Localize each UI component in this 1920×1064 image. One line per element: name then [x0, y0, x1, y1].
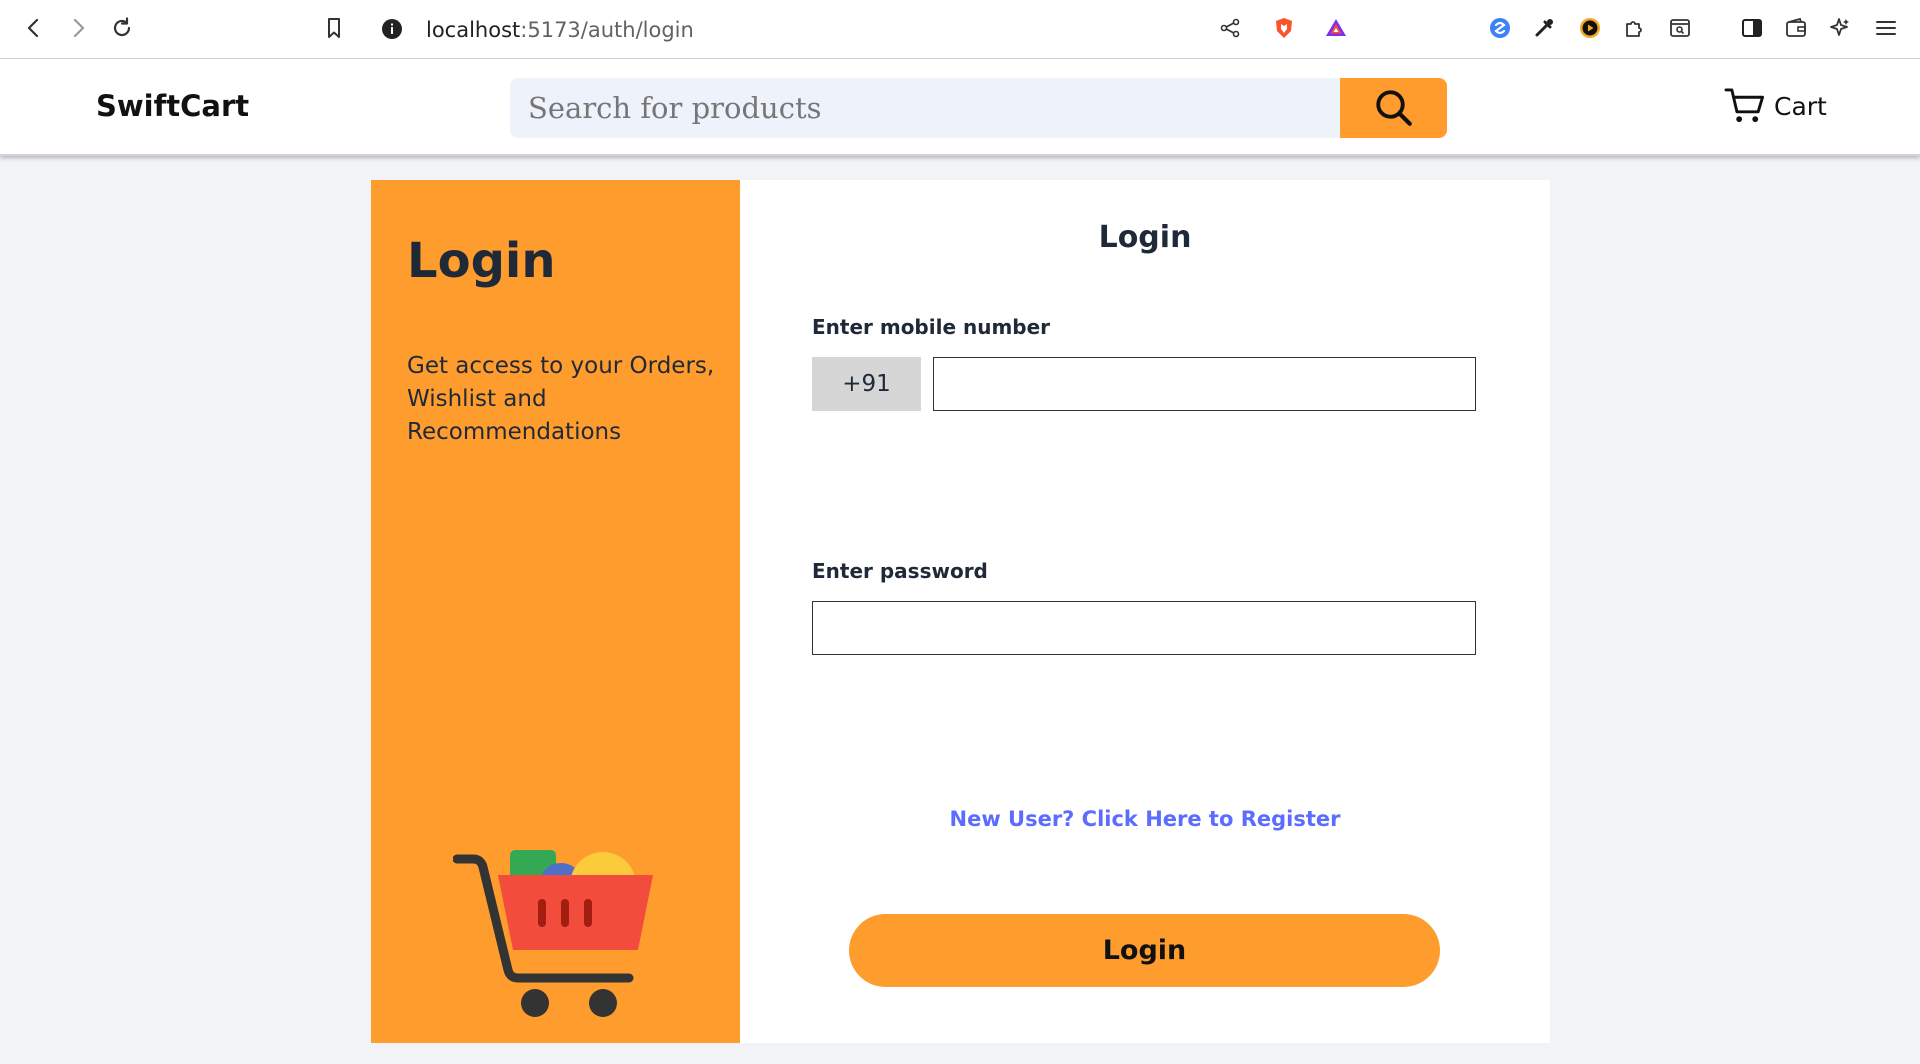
wallet-icon[interactable]	[1778, 10, 1814, 46]
side-panel-title: Login	[407, 233, 556, 289]
eyedropper-icon[interactable]	[1526, 10, 1562, 46]
search-input[interactable]	[510, 78, 1340, 138]
url-host: localhost	[426, 18, 521, 42]
brave-rewards-icon[interactable]	[1318, 10, 1354, 46]
reader-icon[interactable]	[1662, 10, 1698, 46]
url-path: :5173/auth/login	[520, 18, 694, 42]
side-panel-description: Get access to your Orders, Wishlist and …	[407, 353, 715, 445]
extension-icon[interactable]	[1482, 10, 1518, 46]
reload-icon[interactable]	[104, 10, 140, 46]
sidebar-icon[interactable]	[1734, 10, 1770, 46]
login-form: Login Enter mobile number +91 Enter pass…	[740, 180, 1550, 1043]
forward-icon[interactable]	[60, 10, 96, 46]
password-input[interactable]	[812, 601, 1476, 655]
menu-icon[interactable]	[1868, 10, 1904, 46]
media-icon[interactable]	[1572, 10, 1608, 46]
country-code-prefix: +91	[812, 357, 921, 411]
brand-logo[interactable]: SwiftCart	[96, 89, 249, 123]
browser-toolbar: localhost:5173/auth/login	[0, 0, 1920, 59]
login-button[interactable]: Login	[849, 914, 1440, 987]
login-side-panel: Login Get access to your Orders, Wishlis…	[371, 180, 740, 1043]
mobile-number-label: Enter mobile number	[812, 315, 1051, 339]
leo-icon[interactable]	[1822, 10, 1858, 46]
back-icon[interactable]	[16, 10, 52, 46]
bookmark-icon[interactable]	[316, 10, 352, 46]
form-title: Login	[1098, 220, 1192, 255]
share-icon[interactable]	[1212, 10, 1248, 46]
search-button[interactable]	[1340, 78, 1447, 138]
shopping-cart-illustration	[453, 850, 653, 1017]
puzzle-icon[interactable]	[1616, 10, 1652, 46]
site-header: SwiftCart Cart	[0, 59, 1920, 156]
url-text: localhost:5173/auth/login	[426, 18, 694, 42]
brave-shields-icon[interactable]	[1266, 10, 1302, 46]
mobile-number-input[interactable]	[933, 357, 1476, 411]
cart-icon	[1724, 88, 1764, 123]
register-link[interactable]: New User? Click Here to Register	[740, 807, 1550, 831]
login-card: Login Get access to your Orders, Wishlis…	[371, 180, 1550, 1043]
search-icon	[1375, 90, 1412, 126]
site-info-icon[interactable]	[374, 11, 410, 47]
cart-link[interactable]: Cart	[1724, 87, 1827, 125]
search-bar	[510, 78, 1447, 138]
cart-label: Cart	[1774, 91, 1827, 121]
password-label: Enter password	[812, 559, 988, 583]
